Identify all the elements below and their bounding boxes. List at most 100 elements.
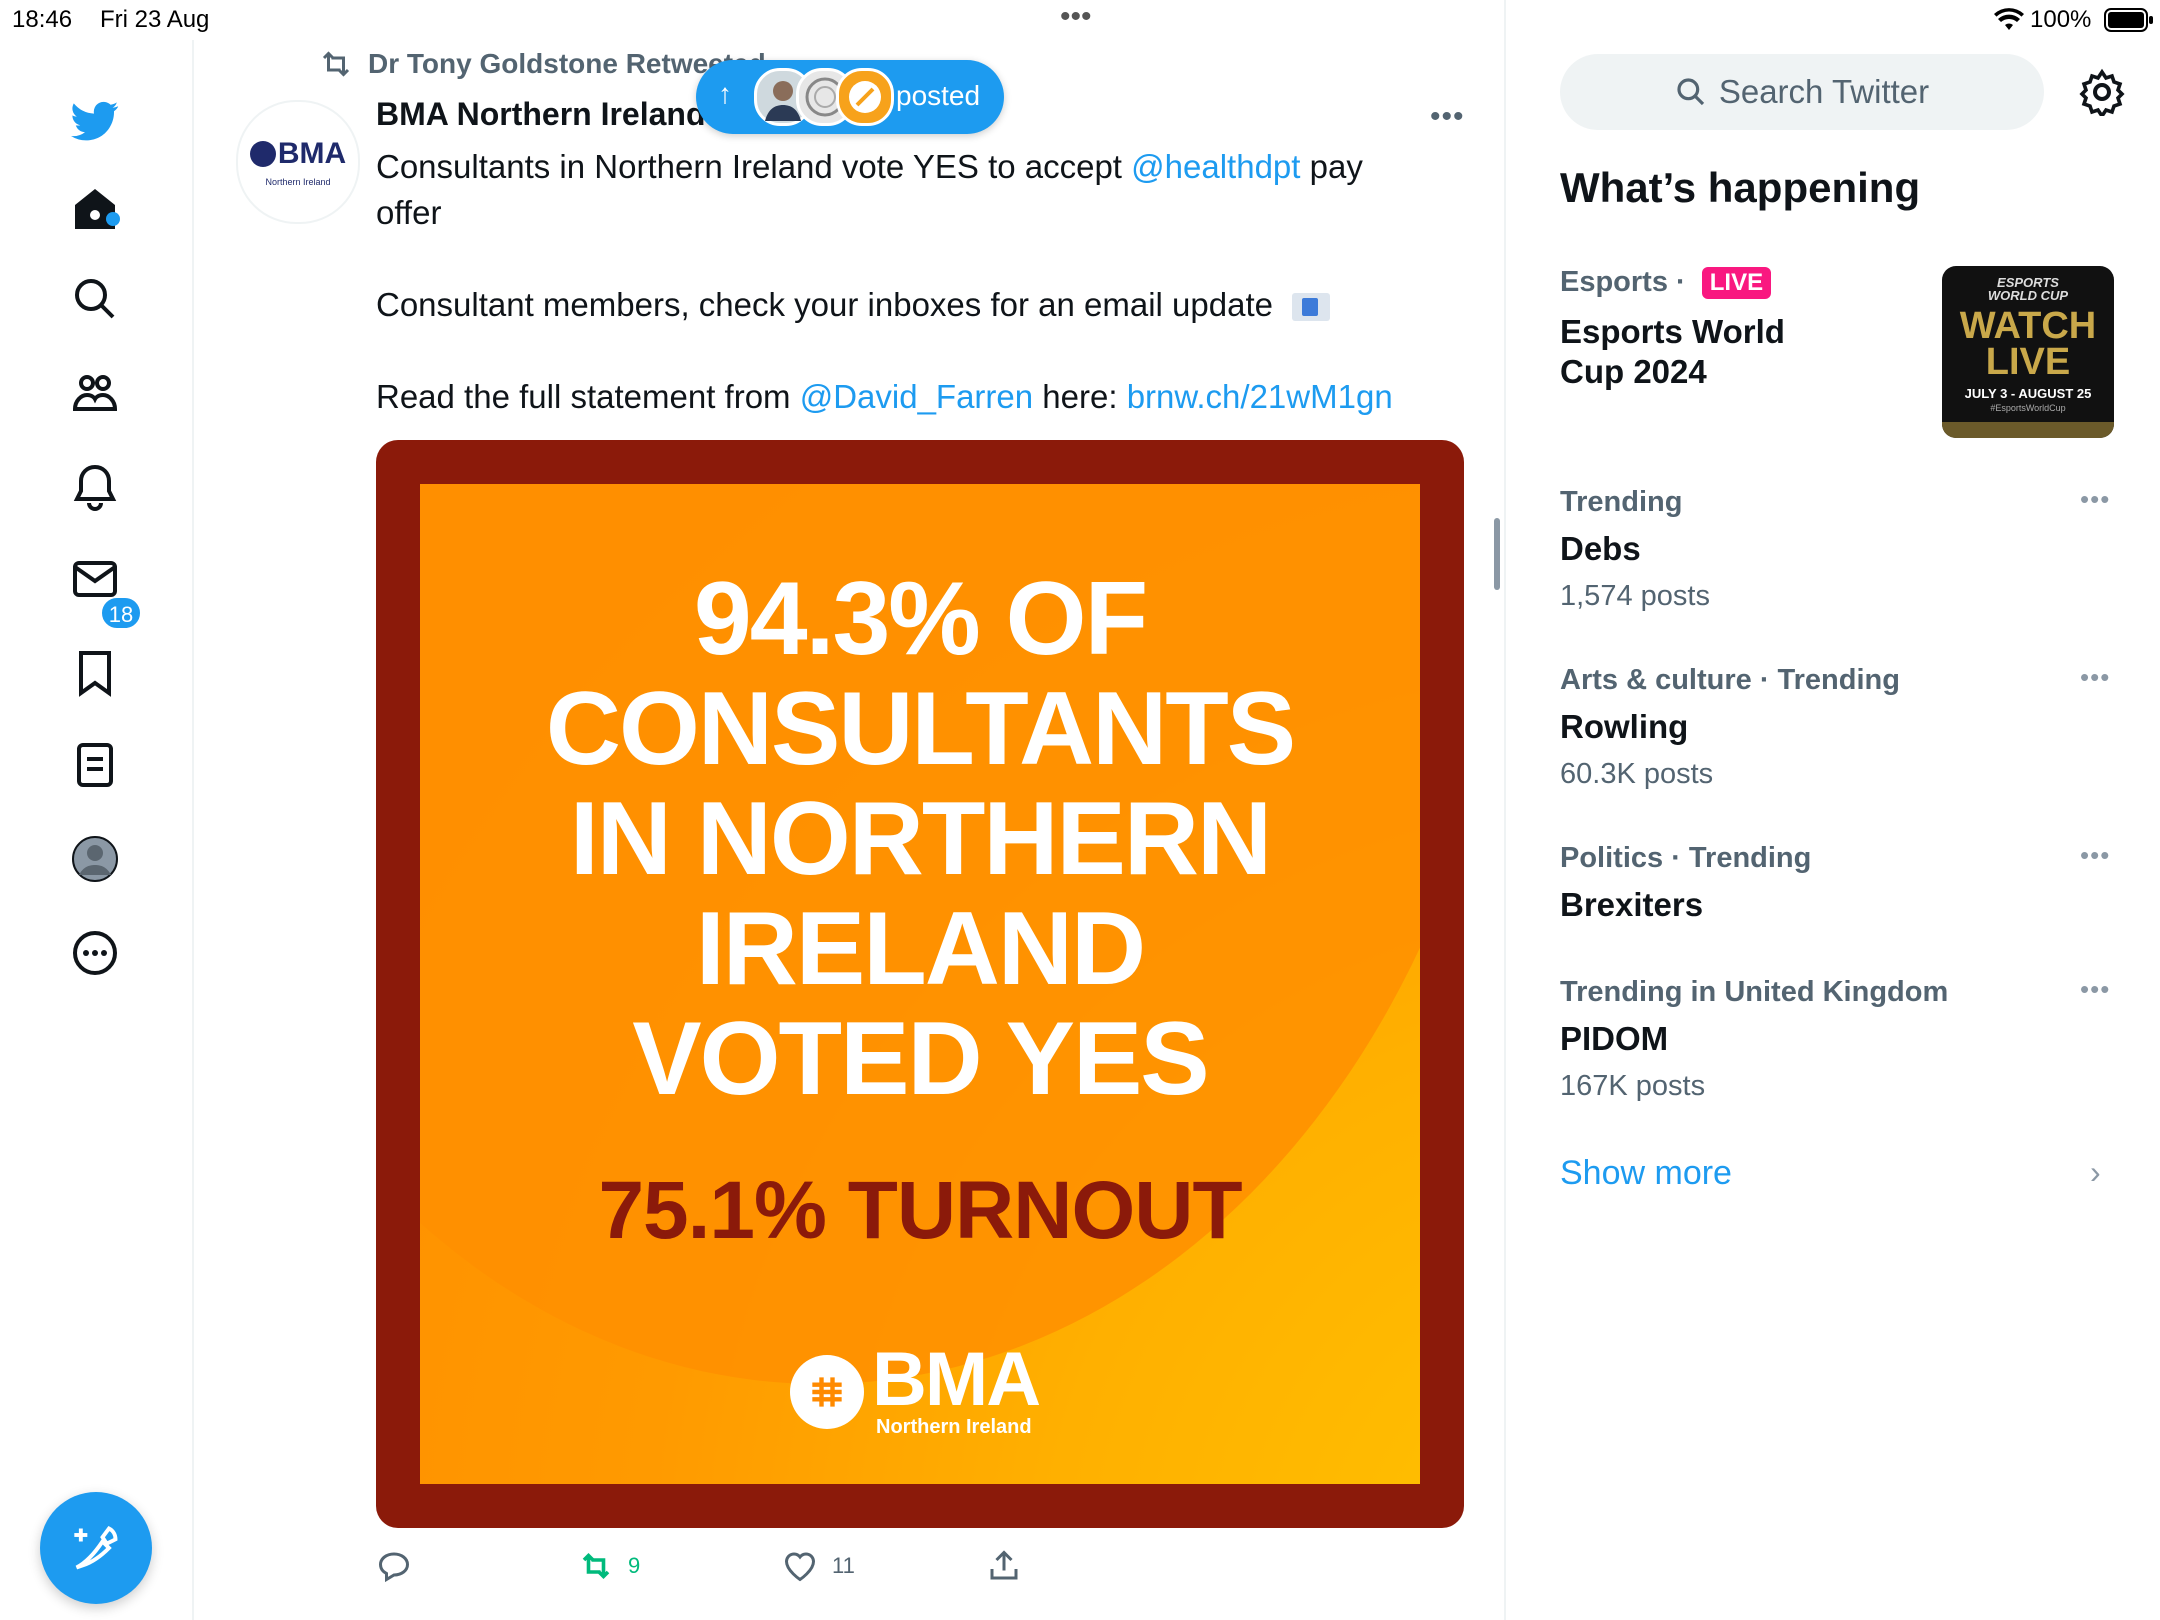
posted-label: posted <box>896 80 981 111</box>
trend-3-meta: Politics · Trending <box>1560 842 1812 874</box>
tweet-text: here: <box>1033 378 1127 415</box>
new-posts-pill[interactable]: ↑ posted <box>696 60 1004 134</box>
avatar-logo-subtext: Northern Ireland <box>265 177 331 187</box>
status-time: 18:46 <box>12 6 73 33</box>
mention-healthdpt[interactable]: @healthdpt <box>1131 148 1300 185</box>
tweet-text-line-1: Consultants in Northern Ireland vote YES… <box>376 144 1363 190</box>
mention-david-farren[interactable]: @David_Farren <box>800 378 1033 415</box>
feather-plus-icon <box>74 1526 118 1570</box>
notifications-icon[interactable] <box>62 454 128 520</box>
home-icon[interactable] <box>62 176 128 242</box>
trend-2-meta: Arts & culture · Trending <box>1560 664 1900 696</box>
trend-2-more-button[interactable]: ••• <box>2080 662 2110 693</box>
status-date: Fri 23 Aug <box>100 6 210 33</box>
battery-percent: 100% <box>2030 6 2092 33</box>
retweet-button[interactable]: 9 <box>578 1548 640 1584</box>
tweet-image[interactable]: 94.3% OF CONSULTANTS IN NORTHERN IRELAND… <box>376 440 1464 1528</box>
live-trend-title[interactable]: Esports World Cup 2024 <box>1560 312 1785 392</box>
scrollbar-thumb[interactable] <box>1494 518 1500 590</box>
email-envelope-icon <box>1292 293 1331 322</box>
thumb-watch: WATCH <box>1959 305 2097 347</box>
arrow-up-icon: ↑ <box>718 78 732 109</box>
trend-3-more-button[interactable]: ••• <box>2080 840 2110 871</box>
headline-line: CONSULTANTS <box>545 671 1296 787</box>
share-icon <box>990 1550 1018 1580</box>
thumb-dates: JULY 3 - AUGUST 25 <box>1964 386 2092 401</box>
bookmarks-icon[interactable] <box>62 640 128 706</box>
tweet-text: Consultants in Northern Ireland vote YES… <box>376 148 1132 185</box>
headline-line: VOTED YES <box>632 1001 1209 1117</box>
bma-logo-subtext: Northern Ireland <box>876 1416 1032 1438</box>
trend-title-line: Cup 2024 <box>1560 353 1707 390</box>
trend-4-title[interactable]: PIDOM <box>1560 1020 1668 1058</box>
home-unread-dot <box>106 212 120 226</box>
trend-3-title[interactable]: Brexiters <box>1560 886 1703 924</box>
author-name[interactable]: BMA Northern Ireland <box>376 96 706 133</box>
pill-avatar-3 <box>836 68 894 126</box>
reply-icon <box>378 1552 410 1583</box>
tweet-more-button[interactable]: ••• <box>1430 100 1465 134</box>
retweet-icon <box>322 51 350 77</box>
trend-2-count: 60.3K posts <box>1560 758 1714 790</box>
trend-4-more-button[interactable]: ••• <box>2080 974 2110 1005</box>
communities-icon[interactable] <box>62 360 128 426</box>
search-twitter-input[interactable]: Search Twitter <box>1560 54 2044 130</box>
retweet-count: 9 <box>628 1553 641 1578</box>
tweet-text-line-3: Consultant members, check your inboxes f… <box>376 282 1331 328</box>
more-options-icon[interactable] <box>62 920 128 986</box>
left-navigation: 18 <box>0 40 194 1620</box>
compose-tweet-button[interactable] <box>40 1492 152 1604</box>
retweet-icon <box>582 1552 610 1580</box>
author-avatar[interactable]: BMA Northern Ireland <box>236 100 360 224</box>
search-icon <box>1677 78 1704 106</box>
thumb-live: LIVE <box>1985 341 2071 383</box>
settings-gear-icon[interactable] <box>2078 68 2126 120</box>
retweet-context[interactable]: Dr Tony Goldstone Retweeted <box>318 46 766 82</box>
trend-1-title[interactable]: Debs <box>1560 530 1641 568</box>
tweet-text-line-2: offer <box>376 194 442 231</box>
bma-logo-mark-icon <box>790 1354 864 1429</box>
tweet-text: pay <box>1300 148 1363 185</box>
live-badge: LIVE <box>1701 267 1772 300</box>
trend-1-more-button[interactable]: ••• <box>2080 484 2110 515</box>
reply-button[interactable] <box>376 1548 426 1584</box>
trend-2-title[interactable]: Rowling <box>1560 708 1688 746</box>
search-placeholder: Search Twitter <box>1718 73 1930 110</box>
trend-4-count: 167K posts <box>1560 1070 1706 1102</box>
lists-icon[interactable] <box>62 732 128 798</box>
headline-line: 94.3% OF <box>693 561 1148 677</box>
like-button[interactable]: 11 <box>782 1548 855 1584</box>
share-button[interactable] <box>986 1548 1022 1584</box>
messages-icon[interactable] <box>62 546 128 612</box>
chevron-right-icon[interactable]: › <box>2090 1154 2101 1191</box>
trend-1-count: 1,574 posts <box>1560 580 1710 612</box>
headline-line: IRELAND <box>695 891 1146 1007</box>
whats-happening-heading: What’s happening <box>1560 164 1921 211</box>
live-trend-meta: Esports · LIVE <box>1560 266 1772 300</box>
statement-link[interactable]: brnw.ch/21wM1gn <box>1127 378 1393 415</box>
show-more-link[interactable]: Show more <box>1560 1154 1732 1193</box>
trend-4-meta: Trending in United Kingdom <box>1560 976 1949 1008</box>
bma-logo-text: BMA <box>872 1337 1041 1422</box>
like-count: 11 <box>832 1553 855 1578</box>
esports-thumbnail[interactable]: ESPORTS WORLD CUP WATCH LIVE JULY 3 - AU… <box>1942 266 2114 438</box>
trend-category: Esports · <box>1560 266 1694 298</box>
tweet-text: Read the full statement from <box>376 378 800 415</box>
twitter-logo-icon[interactable] <box>62 88 128 154</box>
heart-icon <box>784 1552 816 1582</box>
profile-avatar-icon[interactable] <box>62 826 128 892</box>
thumb-hashtag: #EsportsWorldCup <box>1990 403 2066 413</box>
tweet-text: Consultant members, check your inboxes f… <box>376 286 1273 323</box>
avatar-logo-text: BMA <box>277 137 347 170</box>
battery-icon <box>2104 8 2154 37</box>
bma-logo: BMA Northern Ireland <box>790 1337 1041 1439</box>
thumb-title: WORLD CUP <box>1987 288 2069 303</box>
tweet-text-line-4: Read the full statement from @David_Farr… <box>376 374 1393 420</box>
trend-title-line: Esports World <box>1560 313 1785 350</box>
image-turnout: 75.1% TURNOUT <box>598 1165 1242 1256</box>
headline-line: IN NORTHERN <box>569 781 1272 897</box>
search-icon[interactable] <box>62 266 128 332</box>
trend-1-meta: Trending <box>1560 486 1683 518</box>
wifi-icon <box>1994 8 2024 37</box>
image-headline: 94.3% OF CONSULTANTS IN NORTHERN IRELAND… <box>420 564 1420 1114</box>
